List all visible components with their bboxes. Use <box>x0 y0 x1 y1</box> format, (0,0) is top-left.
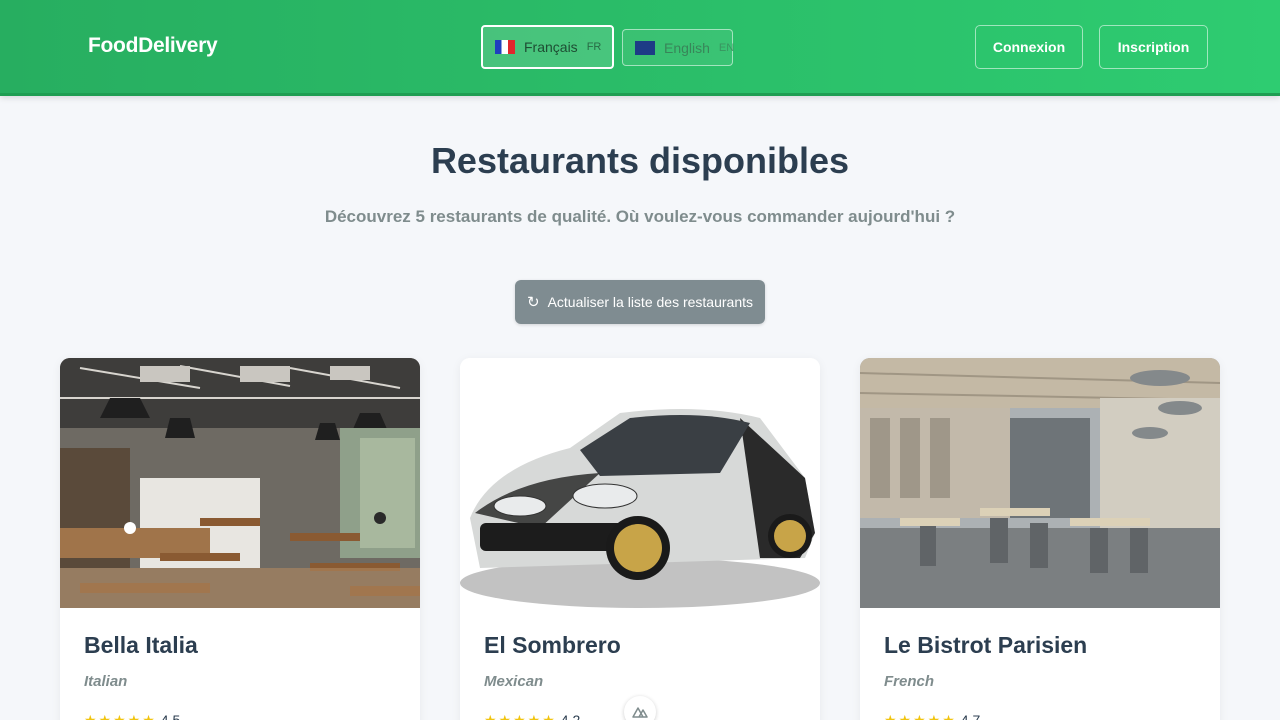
language-button-fr[interactable]: Français FR <box>481 25 614 69</box>
devtools-toggle-button[interactable] <box>624 696 656 720</box>
rating-value: 4.7 <box>960 712 981 720</box>
restaurant-rating: ★★★★★ 4.7 <box>884 712 980 720</box>
refresh-icon: ↻ <box>526 294 540 311</box>
eu-flag-icon <box>635 40 655 55</box>
star-rating-icons: ★★★★★ <box>484 712 557 720</box>
restaurant-card[interactable]: Le Bistrot Parisien French ★★★★★ 4.7 <box>860 358 1220 720</box>
restaurant-cuisine: Mexican <box>484 673 544 690</box>
restaurant-name: Le Bistrot Parisien <box>884 632 1088 658</box>
restaurant-rating: ★★★★★ 4.2 <box>484 712 580 720</box>
page-title: Restaurants disponibles <box>430 140 850 181</box>
restaurant-image <box>860 358 1220 608</box>
restaurant-image <box>60 358 420 608</box>
rating-value: 4.5 <box>160 712 181 720</box>
signup-button[interactable]: Inscription <box>1099 25 1208 69</box>
france-flag-icon <box>495 40 515 54</box>
brand-logo[interactable]: FoodDelivery <box>88 34 218 58</box>
login-button[interactable]: Connexion <box>975 25 1083 69</box>
restaurant-card[interactable]: El Sombrero Mexican ★★★★★ 4.2 <box>460 358 820 720</box>
language-code-en: EN <box>718 41 735 54</box>
page-subtitle: Découvrez 5 restaurants de qualité. Où v… <box>324 207 956 226</box>
restaurant-card[interactable]: Bella Italia Italian ★★★★★ 4.5 <box>60 358 420 720</box>
refresh-button-label: Actualiser la liste des restaurants <box>547 294 753 310</box>
refresh-restaurants-button[interactable]: ↻ Actualiser la liste des restaurants <box>515 280 765 324</box>
rating-value: 4.2 <box>560 712 581 720</box>
language-label-en: English <box>664 39 710 56</box>
language-code-fr: FR <box>586 41 602 53</box>
star-rating-icons: ★★★★★ <box>84 712 157 720</box>
restaurant-image <box>460 358 820 608</box>
language-button-en[interactable]: English EN <box>622 29 735 66</box>
restaurant-cuisine: Italian <box>84 673 128 690</box>
top-navbar: FoodDelivery Français FR English EN Conn… <box>0 0 1280 96</box>
restaurant-cuisine: French <box>884 673 935 690</box>
language-label-fr: Français <box>524 39 578 55</box>
restaurant-rating: ★★★★★ 4.5 <box>84 712 180 720</box>
restaurant-name: Bella Italia <box>84 632 198 658</box>
nuxt-logo-icon <box>632 707 648 718</box>
star-rating-icons: ★★★★★ <box>884 712 957 720</box>
restaurant-name: El Sombrero <box>484 632 621 658</box>
